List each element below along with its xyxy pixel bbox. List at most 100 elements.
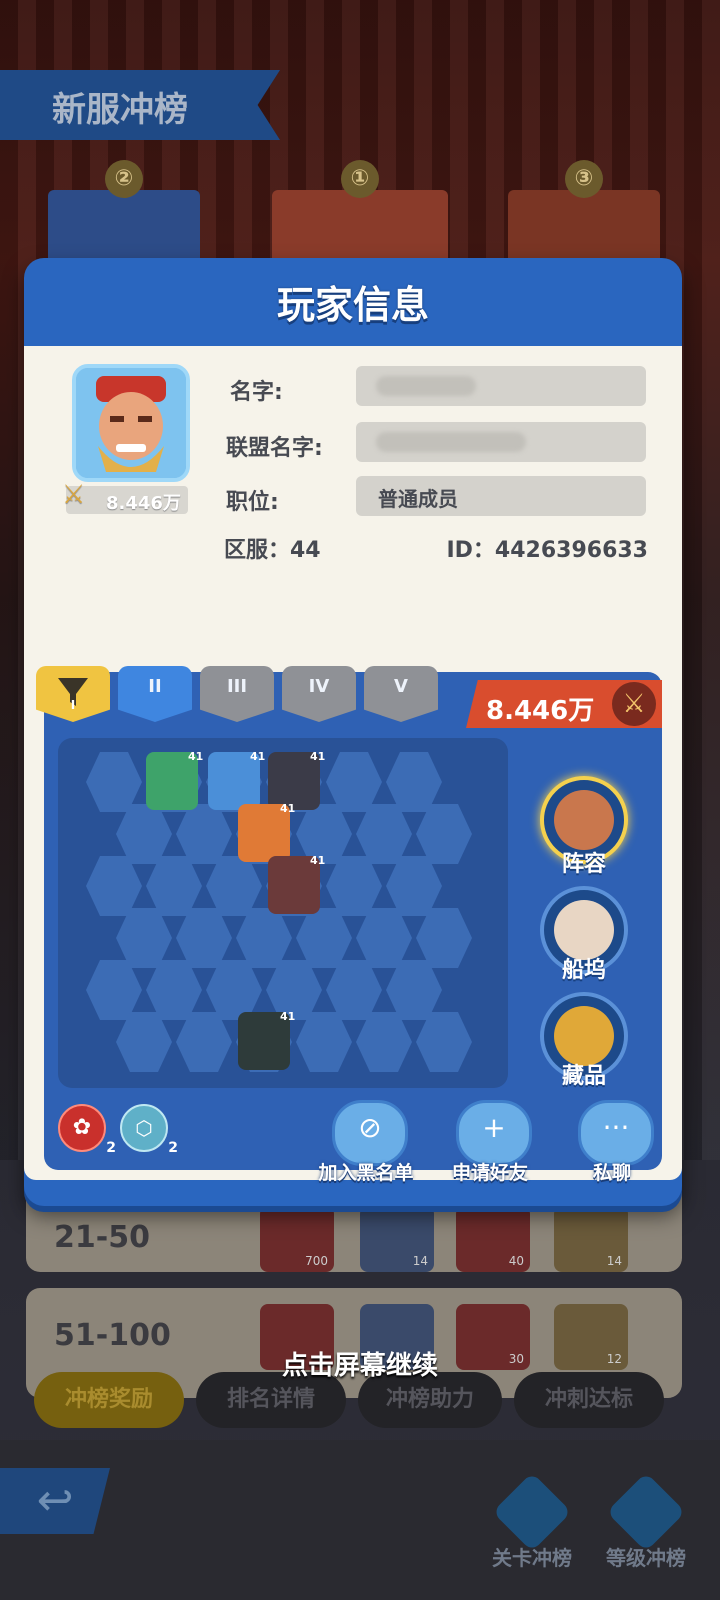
- hero-level: 41: [280, 1010, 296, 1023]
- board-hex-cell: [176, 1012, 232, 1072]
- board-hex-cell: [386, 960, 442, 1020]
- board-hex-cell: [416, 908, 472, 968]
- synergy-badge[interactable]: ✿ 2: [58, 1104, 116, 1156]
- alliance-field: [356, 422, 646, 462]
- board-hex-cell: [416, 1012, 472, 1072]
- hero-level: 41: [188, 750, 204, 763]
- tab-formation-1[interactable]: I: [36, 666, 110, 722]
- pirate-portrait-icon: [76, 368, 186, 478]
- nav-level-ranking[interactable]: 等级冲榜: [600, 1472, 690, 1574]
- reward-item[interactable]: 40: [456, 1206, 530, 1272]
- player-power: ⚔ 8.446万: [62, 480, 188, 514]
- synergy-badge[interactable]: ⬡ 2: [120, 1104, 178, 1156]
- position-label: 职位:: [226, 490, 279, 515]
- player-avatar: [72, 364, 190, 482]
- flag-icon: [492, 1472, 572, 1552]
- tab-formation-5[interactable]: V: [364, 666, 438, 722]
- funnel-icon: [58, 678, 88, 706]
- board-hex-cell: [116, 908, 172, 968]
- name-field: [356, 366, 646, 406]
- collection-label: 藏品: [561, 1064, 606, 1089]
- power-value: 8.446万: [106, 493, 181, 514]
- board-hex-cell: [326, 856, 382, 916]
- redacted-text: [376, 432, 526, 452]
- private-chat-button[interactable]: ··· 私聊: [564, 1100, 660, 1190]
- tap-to-continue[interactable]: 点击屏幕继续: [0, 1345, 720, 1382]
- board-hex-cell: [356, 1012, 412, 1072]
- tab-formation-4[interactable]: IV: [282, 666, 356, 722]
- board-hex-cell: [386, 752, 442, 812]
- board-hex-cell: [86, 856, 142, 916]
- board-hex-cell: [206, 856, 262, 916]
- tab-label: III: [226, 676, 248, 697]
- tab-label: I: [70, 698, 76, 712]
- rank-medal: ③: [565, 160, 603, 198]
- podium-icon: [606, 1472, 686, 1552]
- board-hex-cell: [296, 908, 352, 968]
- tab-label: IV: [308, 676, 330, 697]
- hero-level: 41: [250, 750, 266, 763]
- ghost-block-icon: ⊘: [332, 1100, 408, 1166]
- position-field: 普通成员: [356, 476, 646, 516]
- add-friend-button[interactable]: + 申请好友: [442, 1100, 538, 1190]
- add-friend-icon: +: [456, 1100, 532, 1166]
- rank-range: 21-50: [54, 1220, 150, 1255]
- board-hex-cell: [176, 908, 232, 968]
- name-label: 名字:: [230, 380, 283, 405]
- banner-title: 新服冲榜: [52, 90, 188, 130]
- player-id: ID：4426396633: [446, 538, 648, 563]
- board-hex-cell: [326, 960, 382, 1020]
- board-hex-cell: [236, 908, 292, 968]
- board-hex-cell: [116, 1012, 172, 1072]
- hero-level: 41: [310, 750, 326, 763]
- synergy-count: 2: [168, 1140, 178, 1156]
- reward-item[interactable]: 14: [554, 1206, 628, 1272]
- board-hex-cell: [356, 804, 412, 864]
- formation-board: 41 41 41 41 41 41: [58, 738, 508, 1088]
- lineup-power-badge: 8.446万 ⚔: [466, 680, 662, 728]
- tab-label: V: [394, 676, 408, 697]
- back-button[interactable]: ↩: [0, 1468, 110, 1534]
- redacted-text: [376, 376, 476, 396]
- nav-label: 关卡冲榜: [492, 1546, 572, 1570]
- shield-icon: ⬡: [135, 1116, 153, 1140]
- server-info: 区服：44: [224, 538, 321, 563]
- hero-level: 41: [310, 854, 326, 867]
- board-hex-cell: [86, 960, 142, 1020]
- nav-stage-ranking[interactable]: 关卡冲榜: [486, 1472, 576, 1574]
- dock-label: 船坞: [561, 958, 606, 983]
- event-banner: 新服冲榜: [0, 70, 280, 140]
- paw-icon: ✿: [72, 1115, 92, 1140]
- blacklist-button[interactable]: ⊘ 加入黑名单: [318, 1100, 414, 1190]
- synergy-count: 2: [106, 1140, 116, 1156]
- captain-icon: [554, 790, 614, 850]
- board-hex-cell: [116, 804, 172, 864]
- ship-icon: [554, 900, 614, 960]
- board-hex-cell: [206, 960, 262, 1020]
- board-hex-cell: [176, 804, 232, 864]
- board-hex-cell: [146, 960, 202, 1020]
- board-hex-cell: [326, 752, 382, 812]
- lineup-power-value: 8.446万: [486, 696, 595, 726]
- position-value: 普通成员: [378, 487, 458, 511]
- player-info-dialog: 玩家信息 ⚔ 8.446万 名字: 联盟名字: 职位: 普通成员 区服：44 I…: [24, 258, 682, 1206]
- lineup-panel: I II III IV V 8.446万 ⚔ 41 41 41 41 41 41 阵容 船…: [36, 666, 662, 1170]
- rank-medal: ①: [341, 160, 379, 198]
- trophy-icon: [554, 1006, 614, 1066]
- crossed-swords-icon: ⚔: [62, 480, 86, 510]
- rank-medal: ②: [105, 160, 143, 198]
- board-hex-cell: [416, 804, 472, 864]
- dialog-body: ⚔ 8.446万 名字: 联盟名字: 职位: 普通成员 区服：44 ID：442…: [24, 346, 682, 1184]
- chat-bubble-icon: ···: [578, 1100, 654, 1166]
- back-arrow-icon: ↩: [36, 1475, 74, 1526]
- board-hex-cell: [146, 856, 202, 916]
- alliance-label: 联盟名字:: [226, 436, 323, 461]
- tab-formation-3[interactable]: III: [200, 666, 274, 722]
- tab-label: II: [148, 676, 162, 697]
- reward-item[interactable]: 700: [260, 1206, 334, 1272]
- reward-item[interactable]: 14: [360, 1206, 434, 1272]
- board-hex-cell: [86, 752, 142, 812]
- blacklist-label: 加入黑名单: [318, 1162, 414, 1184]
- tab-formation-2[interactable]: II: [118, 666, 192, 722]
- lineup-label: 阵容: [561, 852, 606, 877]
